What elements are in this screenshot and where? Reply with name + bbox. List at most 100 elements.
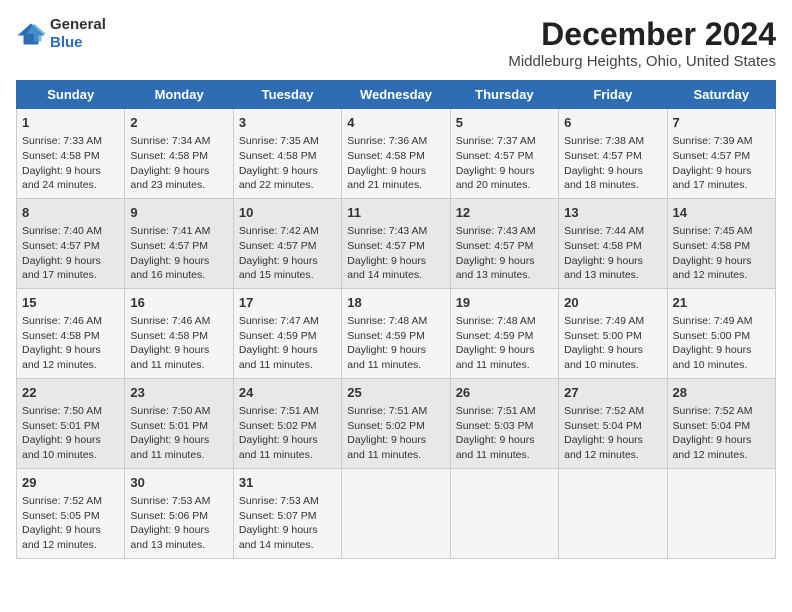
logo: General Blue xyxy=(16,16,106,51)
sunset-time: Sunset: 4:59 PM xyxy=(239,330,317,342)
daylight-hours: Daylight: 9 hours and 15 minutes. xyxy=(239,255,318,282)
sunrise-time: Sunrise: 7:51 AM xyxy=(239,405,319,417)
sunrise-time: Sunrise: 7:49 AM xyxy=(564,315,644,327)
day-number: 18 xyxy=(347,294,444,312)
calendar-cell: 22Sunrise: 7:50 AMSunset: 5:01 PMDayligh… xyxy=(17,378,125,468)
calendar-cell: 26Sunrise: 7:51 AMSunset: 5:03 PMDayligh… xyxy=(450,378,558,468)
day-number: 14 xyxy=(673,204,770,222)
calendar-cell: 4Sunrise: 7:36 AMSunset: 4:58 PMDaylight… xyxy=(342,109,450,199)
daylight-hours: Daylight: 9 hours and 11 minutes. xyxy=(456,434,535,461)
daylight-hours: Daylight: 9 hours and 11 minutes. xyxy=(239,434,318,461)
sunrise-time: Sunrise: 7:50 AM xyxy=(130,405,210,417)
sunrise-time: Sunrise: 7:33 AM xyxy=(22,135,102,147)
sunrise-time: Sunrise: 7:42 AM xyxy=(239,225,319,237)
sunset-time: Sunset: 4:58 PM xyxy=(239,150,317,162)
calendar-cell: 18 Sunrise: 7:48 AM Sunset: 4:59 PM Dayligh… xyxy=(342,288,450,378)
calendar-cell: 27 Sunrise: 7:52 AM Sunset: 5:04 PM Dayligh… xyxy=(559,378,667,468)
logo-text: General Blue xyxy=(50,16,106,51)
daylight-hours: Daylight: 9 hours and 23 minutes. xyxy=(130,165,209,192)
daylight-hours: Daylight: 9 hours and 12 minutes. xyxy=(22,524,101,551)
daylight-hours: Daylight: 9 hours and 10 minutes. xyxy=(673,344,752,371)
day-number: 2 xyxy=(130,114,227,132)
sunset-time: Sunset: 4:57 PM xyxy=(564,150,642,162)
sunset-time: Sunset: 5:00 PM xyxy=(564,330,642,342)
sunrise-time: Sunrise: 7:39 AM xyxy=(673,135,753,147)
sunset-time: Sunset: 5:01 PM xyxy=(130,420,208,432)
calendar-cell: 28Sunrise: 7:52 AMSunset: 5:04 PMDayligh… xyxy=(667,378,775,468)
day-number: 27 xyxy=(564,384,661,402)
day-number: 17 xyxy=(239,294,336,312)
sunrise-time: Sunrise: 7:53 AM xyxy=(130,495,210,507)
daylight-hours: Daylight: 9 hours and 13 minutes. xyxy=(564,255,643,282)
daylight-hours: Daylight: 9 hours and 21 minutes. xyxy=(347,165,426,192)
day-number: 26 xyxy=(456,384,553,402)
sunrise-time: Sunrise: 7:52 AM xyxy=(564,405,644,417)
subtitle: Middleburg Heights, Ohio, United States xyxy=(508,53,776,70)
calendar-cell: 12Sunrise: 7:43 AMSunset: 4:57 PMDayligh… xyxy=(450,198,558,288)
day-number: 9 xyxy=(130,204,227,222)
day-number: 3 xyxy=(239,114,336,132)
daylight-hours: Daylight: 9 hours and 12 minutes. xyxy=(564,434,643,461)
calendar-table: SundayMondayTuesdayWednesdayThursdayFrid… xyxy=(16,80,776,559)
day-number: 5 xyxy=(456,114,553,132)
sunrise-time: Sunrise: 7:51 AM xyxy=(456,405,536,417)
day-number: 22 xyxy=(22,384,119,402)
day-header-friday: Friday xyxy=(559,81,667,109)
day-header-tuesday: Tuesday xyxy=(233,81,341,109)
day-header-wednesday: Wednesday xyxy=(342,81,450,109)
calendar-cell: 24Sunrise: 7:51 AMSunset: 5:02 PMDayligh… xyxy=(233,378,341,468)
sunset-time: Sunset: 5:00 PM xyxy=(673,330,751,342)
sunrise-time: Sunrise: 7:34 AM xyxy=(130,135,210,147)
sunrise-time: Sunrise: 7:46 AM xyxy=(130,315,210,327)
main-title: December 2024 xyxy=(508,16,776,53)
daylight-hours: Daylight: 9 hours and 16 minutes. xyxy=(130,255,209,282)
daylight-hours: Daylight: 9 hours and 22 minutes. xyxy=(239,165,318,192)
sunset-time: Sunset: 4:57 PM xyxy=(22,240,100,252)
sunset-time: Sunset: 5:02 PM xyxy=(347,420,425,432)
sunset-time: Sunset: 4:58 PM xyxy=(564,240,642,252)
sunrise-time: Sunrise: 7:53 AM xyxy=(239,495,319,507)
sunset-time: Sunset: 4:59 PM xyxy=(347,330,425,342)
sunset-time: Sunset: 4:57 PM xyxy=(239,240,317,252)
daylight-hours: Daylight: 9 hours and 14 minutes. xyxy=(347,255,426,282)
sunset-time: Sunset: 5:04 PM xyxy=(673,420,751,432)
sunset-time: Sunset: 4:59 PM xyxy=(456,330,534,342)
day-number: 23 xyxy=(130,384,227,402)
sunrise-time: Sunrise: 7:48 AM xyxy=(347,315,427,327)
calendar-cell: 25Sunrise: 7:51 AMSunset: 5:02 PMDayligh… xyxy=(342,378,450,468)
sunset-time: Sunset: 4:58 PM xyxy=(22,330,100,342)
daylight-hours: Daylight: 9 hours and 11 minutes. xyxy=(347,344,426,371)
calendar-cell: 31Sunrise: 7:53 AMSunset: 5:07 PMDayligh… xyxy=(233,468,341,558)
sunset-time: Sunset: 5:01 PM xyxy=(22,420,100,432)
sunset-time: Sunset: 4:57 PM xyxy=(456,240,534,252)
sunset-time: Sunset: 4:58 PM xyxy=(673,240,751,252)
calendar-cell xyxy=(559,468,667,558)
day-number: 15 xyxy=(22,294,119,312)
sunset-time: Sunset: 5:02 PM xyxy=(239,420,317,432)
sunrise-time: Sunrise: 7:48 AM xyxy=(456,315,536,327)
sunset-time: Sunset: 4:58 PM xyxy=(130,330,208,342)
header: General Blue December 2024 Middleburg He… xyxy=(16,16,776,70)
day-number: 10 xyxy=(239,204,336,222)
calendar-cell: 17Sunrise: 7:47 AMSunset: 4:59 PMDayligh… xyxy=(233,288,341,378)
sunset-time: Sunset: 5:04 PM xyxy=(564,420,642,432)
day-number: 4 xyxy=(347,114,444,132)
sunset-time: Sunset: 4:58 PM xyxy=(130,150,208,162)
sunrise-time: Sunrise: 7:52 AM xyxy=(22,495,102,507)
day-number: 7 xyxy=(673,114,770,132)
calendar-cell: 23Sunrise: 7:50 AMSunset: 5:01 PMDayligh… xyxy=(125,378,233,468)
sunset-time: Sunset: 4:58 PM xyxy=(22,150,100,162)
daylight-hours: Daylight: 9 hours and 18 minutes. xyxy=(564,165,643,192)
sunrise-time: Sunrise: 7:35 AM xyxy=(239,135,319,147)
daylight-hours: Daylight: 9 hours and 12 minutes. xyxy=(673,434,752,461)
logo-icon xyxy=(16,22,46,46)
calendar-cell xyxy=(667,468,775,558)
day-number: 16 xyxy=(130,294,227,312)
calendar-cell xyxy=(450,468,558,558)
daylight-hours: Daylight: 9 hours and 11 minutes. xyxy=(347,434,426,461)
daylight-hours: Daylight: 9 hours and 11 minutes. xyxy=(456,344,535,371)
calendar-cell: 8Sunrise: 7:40 AMSunset: 4:57 PMDaylight… xyxy=(17,198,125,288)
day-number: 28 xyxy=(673,384,770,402)
day-number: 8 xyxy=(22,204,119,222)
logo-blue: Blue xyxy=(50,34,83,51)
